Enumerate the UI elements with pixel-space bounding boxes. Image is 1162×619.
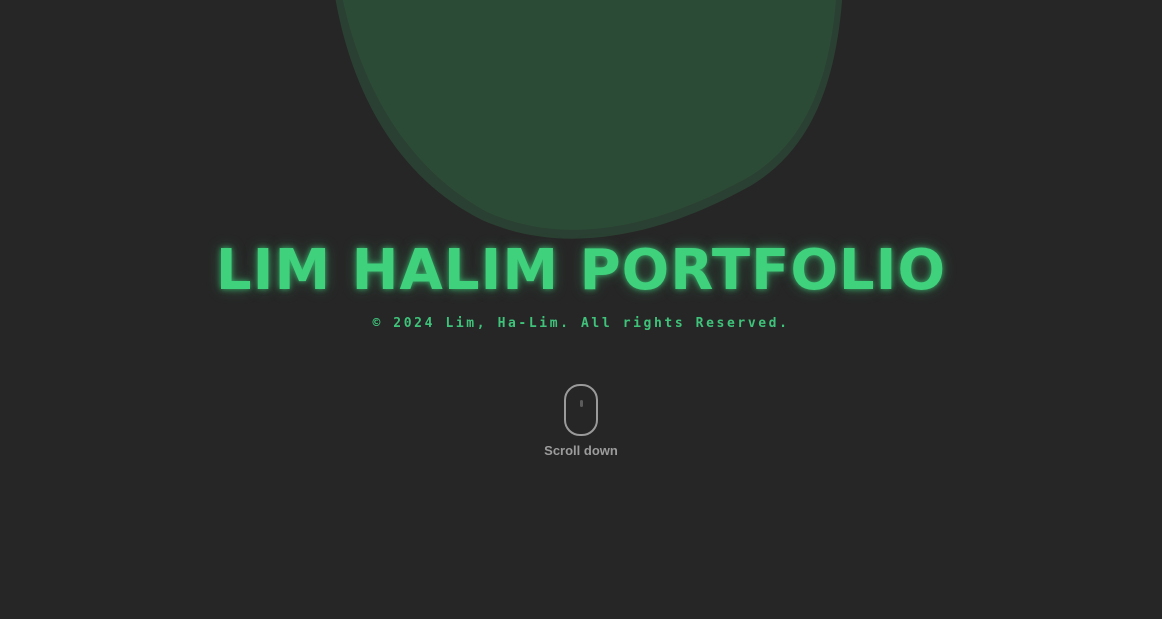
scroll-down-hint[interactable]: Scroll down xyxy=(531,384,631,459)
copyright-text: © 2024 Lim, Ha-Lim. All rights Reserved. xyxy=(372,316,790,331)
hero-section: LIM HALIM PORTFOLIO © 2024 Lim, Ha-Lim. … xyxy=(0,0,1162,619)
mouse-icon xyxy=(564,384,598,436)
scroll-down-label: Scroll down xyxy=(544,443,618,458)
page-title: LIM HALIM PORTFOLIO xyxy=(215,238,947,303)
mouse-wheel xyxy=(580,400,583,407)
decorative-blob xyxy=(335,0,843,239)
